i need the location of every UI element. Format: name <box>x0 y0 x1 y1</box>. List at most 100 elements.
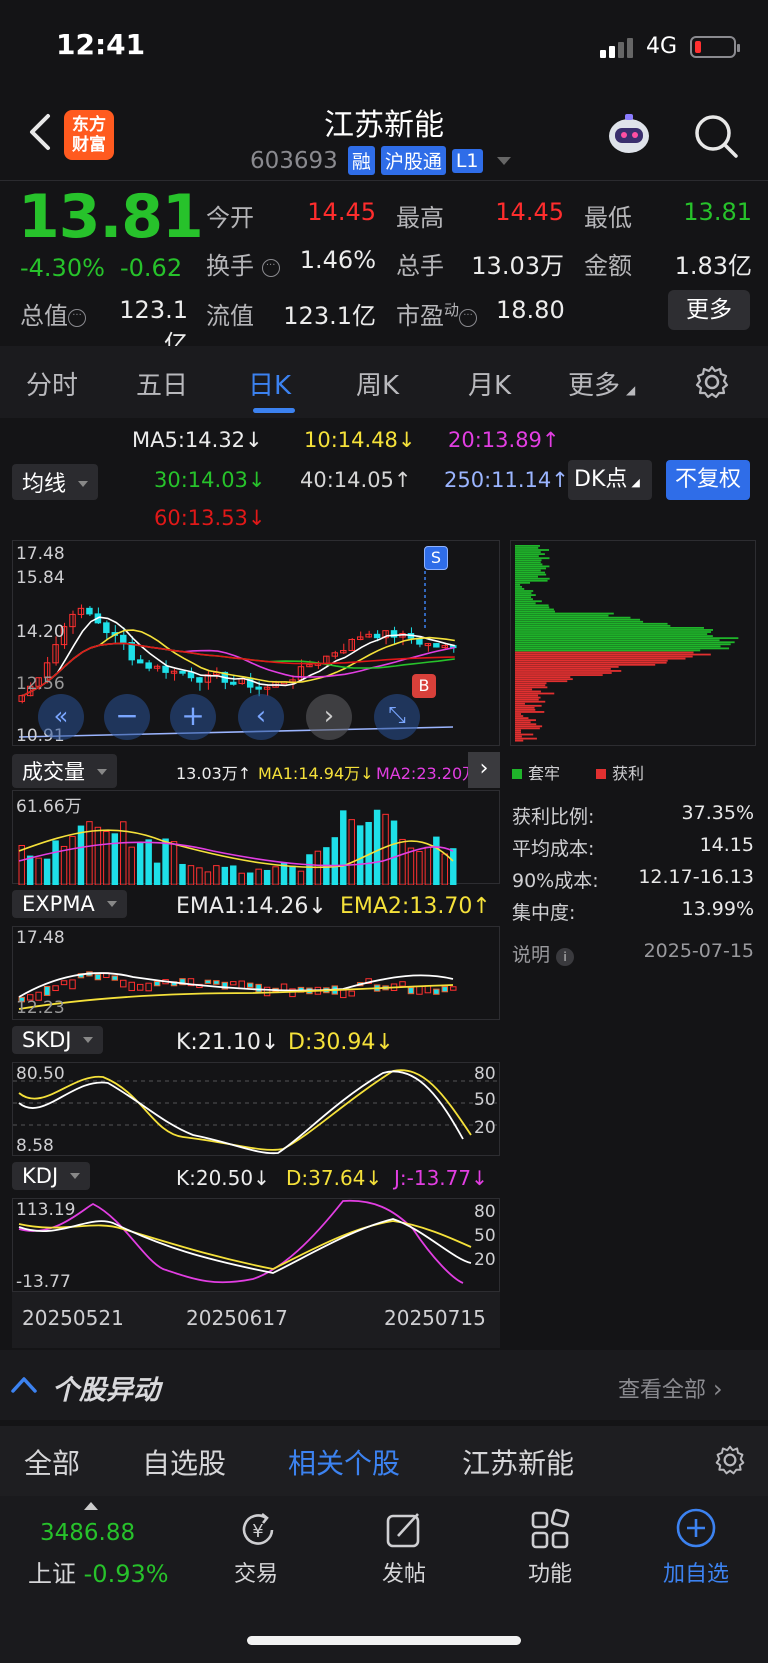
trade-icon[interactable]: ¥ <box>236 1508 280 1552</box>
chip-bar <box>515 674 603 676</box>
volume-indicator-select[interactable]: 成交量 <box>12 754 117 788</box>
post-icon[interactable] <box>382 1508 426 1552</box>
ma-select[interactable]: 均线 <box>12 464 99 500</box>
tab-weekly-k[interactable]: 周K <box>356 365 399 402</box>
chip-bar <box>515 557 550 560</box>
chip-bar <box>515 629 714 631</box>
chip-bar <box>515 639 720 642</box>
chip-bar <box>515 700 546 703</box>
functions-icon[interactable] <box>528 1508 572 1552</box>
nav-trade[interactable]: 交易 <box>206 1556 306 1588</box>
info-icon: ··· <box>261 259 280 277</box>
scroll-left-icon[interactable]: ‹ <box>238 694 284 740</box>
sub-tab-all[interactable]: 全部 <box>24 1442 80 1482</box>
stock-code-row[interactable]: 603693 融 沪股通 L1 <box>250 146 511 175</box>
volume-bar <box>348 819 355 885</box>
zoom-out-icon[interactable]: − <box>104 694 150 740</box>
tab-daily-k[interactable]: 日K <box>248 365 291 402</box>
expand-icon[interactable] <box>84 1502 98 1510</box>
tab-five-day[interactable]: 五日 <box>136 365 188 402</box>
cost-90-label: 90%成本: <box>512 870 599 892</box>
chip-bar <box>515 668 611 670</box>
tab-monthly-k[interactable]: 月K <box>468 365 511 402</box>
chip-bar <box>515 711 545 713</box>
skdj-d-line <box>18 1069 472 1151</box>
chip-bar <box>515 551 541 553</box>
kdj-j: J:-13.77↓ <box>394 1166 488 1190</box>
tab-more[interactable]: 更多 ◢ <box>568 365 635 402</box>
chip-bar <box>515 653 711 656</box>
chip-bar <box>515 577 550 580</box>
chip-bar <box>515 631 712 633</box>
nav-post[interactable]: 发帖 <box>354 1556 454 1588</box>
kdj-k-line <box>18 1218 472 1274</box>
signal-icon <box>600 36 636 58</box>
dk-point-button[interactable]: DK点 ◢ <box>568 460 652 500</box>
chevron-up-icon[interactable] <box>10 1374 38 1394</box>
nav-add-watchlist[interactable]: 加自选 <box>646 1556 746 1588</box>
volume-bar <box>94 826 102 885</box>
view-all-link[interactable]: 查看全部 › <box>618 1372 723 1404</box>
ma30-value: 30:14.03↓ <box>154 468 266 492</box>
chip-bar <box>515 672 612 674</box>
expma-select[interactable]: EXPMA <box>12 890 127 918</box>
volume-bar <box>297 870 305 885</box>
gear-icon[interactable] <box>694 364 730 400</box>
chip-bar <box>515 545 540 547</box>
gear-icon[interactable] <box>714 1444 746 1476</box>
skdj-select[interactable]: SKDJ <box>12 1026 104 1054</box>
index-name[interactable]: 上证 -0.93% <box>28 1554 169 1589</box>
sell-marker[interactable]: S <box>424 546 448 570</box>
chip-bar <box>515 588 525 590</box>
search-icon[interactable] <box>692 112 740 160</box>
note-label[interactable]: 说明 i <box>512 940 575 967</box>
chip-bar <box>515 706 535 709</box>
kdj-y-top: 113.19 <box>16 1200 76 1220</box>
tab-intraday[interactable]: 分时 <box>26 365 78 402</box>
fullscreen-icon[interactable]: ⤡ <box>374 694 420 740</box>
volume-bar <box>340 810 347 885</box>
expma-candle <box>128 981 135 992</box>
zoom-in-icon[interactable]: + <box>170 694 216 740</box>
chip-bar <box>515 569 541 572</box>
volume-bar <box>356 825 364 885</box>
expma-candle <box>213 980 220 985</box>
chip-bar <box>515 575 538 578</box>
add-watchlist-icon[interactable] <box>674 1506 718 1550</box>
ema1-value: EMA1:14.26↓ <box>176 894 327 919</box>
no-adjust-button[interactable]: 不复权 <box>666 460 750 500</box>
avg-cost-label: 平均成本: <box>512 838 595 860</box>
scroll-right-icon[interactable]: › <box>306 694 352 740</box>
volume-bar <box>221 866 229 885</box>
nav-functions[interactable]: 功能 <box>500 1556 600 1588</box>
sub-tab-related[interactable]: 相关个股 <box>288 1442 400 1482</box>
chip-bar <box>515 571 545 574</box>
chip-bar <box>515 663 656 666</box>
kdj-select[interactable]: KDJ <box>12 1162 91 1190</box>
scroll-left-fast-icon[interactable]: « <box>38 694 84 740</box>
info-icon: ··· <box>68 309 86 327</box>
volume-bar <box>145 839 152 885</box>
chip-bar <box>515 612 614 615</box>
robot-assistant-icon[interactable] <box>604 112 654 160</box>
expma-candle <box>441 986 449 993</box>
sub-tab-watchlist[interactable]: 自选股 <box>142 1442 226 1482</box>
ma40-value: 40:14.05↑ <box>300 468 412 492</box>
chip-bar <box>515 600 542 603</box>
candle <box>86 607 93 615</box>
volume-bar <box>35 857 42 885</box>
moving-average-line <box>22 642 455 697</box>
volume-bar <box>331 837 339 885</box>
chip-bar <box>515 670 622 672</box>
volume-bar <box>407 847 415 885</box>
chip-bar <box>515 717 529 719</box>
chip-bar <box>515 592 532 594</box>
turnover-label: 换手 ··· <box>206 246 280 281</box>
skdj-level: 50 <box>474 1090 496 1110</box>
sub-tab-stock[interactable]: 江苏新能 <box>462 1442 574 1482</box>
network-type: 4G <box>646 34 678 59</box>
chevron-right-icon[interactable]: › <box>468 752 500 788</box>
chip-bar <box>515 586 522 588</box>
more-button[interactable]: 更多 <box>668 290 750 330</box>
buy-marker[interactable]: B <box>412 674 436 698</box>
